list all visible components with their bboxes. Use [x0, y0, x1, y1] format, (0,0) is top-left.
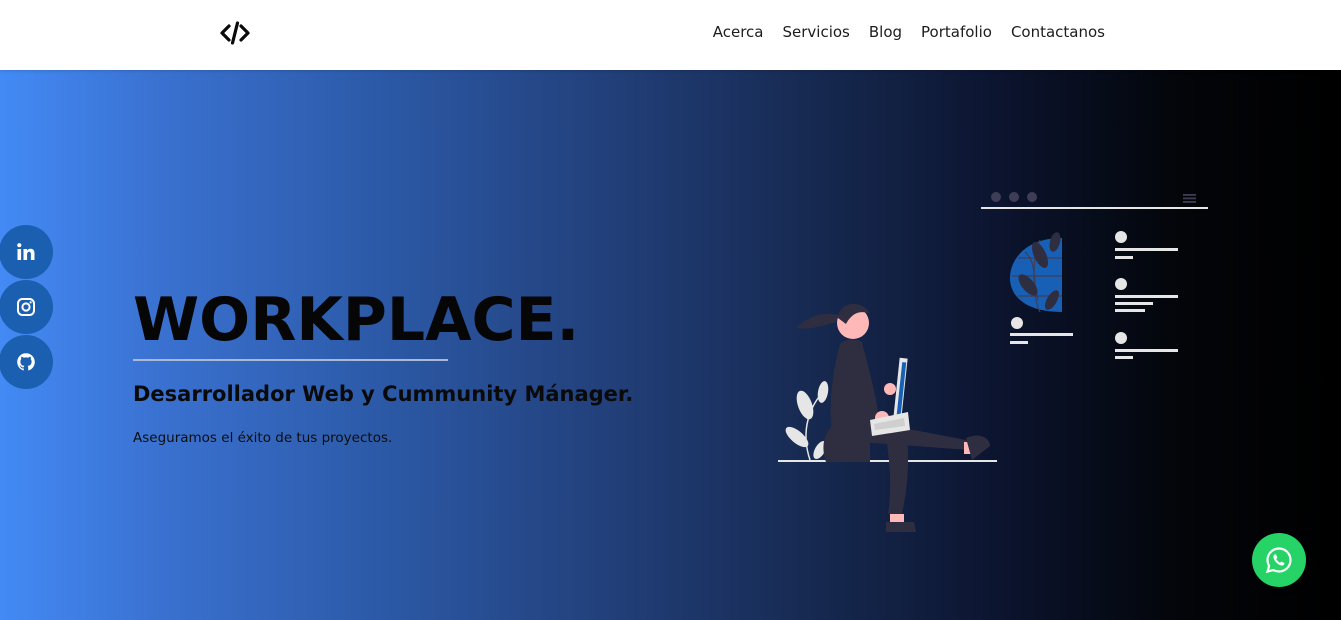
main-nav: Acerca Servicios Blog Portafolio Contact… — [694, 23, 1105, 41]
github-icon — [17, 353, 35, 371]
nav-link-portafolio[interactable]: Portafolio — [921, 23, 992, 41]
linkedin-button[interactable] — [0, 225, 53, 279]
hero-tagline: Aseguramos el éxito de tus proyectos. — [133, 430, 393, 446]
title-underline — [133, 359, 448, 361]
navbar: Acerca Servicios Blog Portafolio Contact… — [0, 0, 1341, 70]
whatsapp-button[interactable] — [1252, 533, 1306, 587]
hero-subtitle: Desarrollador Web y Cummunity Mánager. — [133, 382, 634, 406]
woman-with-laptop-illustration — [778, 192, 1208, 532]
instagram-icon — [17, 298, 35, 316]
logo-code-icon[interactable] — [220, 20, 250, 46]
github-button[interactable] — [0, 335, 53, 389]
hero-title: WORKPLACE. — [133, 285, 580, 355]
instagram-button[interactable] — [0, 280, 53, 334]
nav-link-contactanos[interactable]: Contactanos — [1011, 23, 1105, 41]
whatsapp-icon — [1265, 547, 1292, 574]
linkedin-icon — [17, 243, 35, 260]
nav-link-servicios[interactable]: Servicios — [782, 23, 849, 41]
nav-link-acerca[interactable]: Acerca — [713, 23, 764, 41]
nav-link-blog[interactable]: Blog — [869, 23, 902, 41]
